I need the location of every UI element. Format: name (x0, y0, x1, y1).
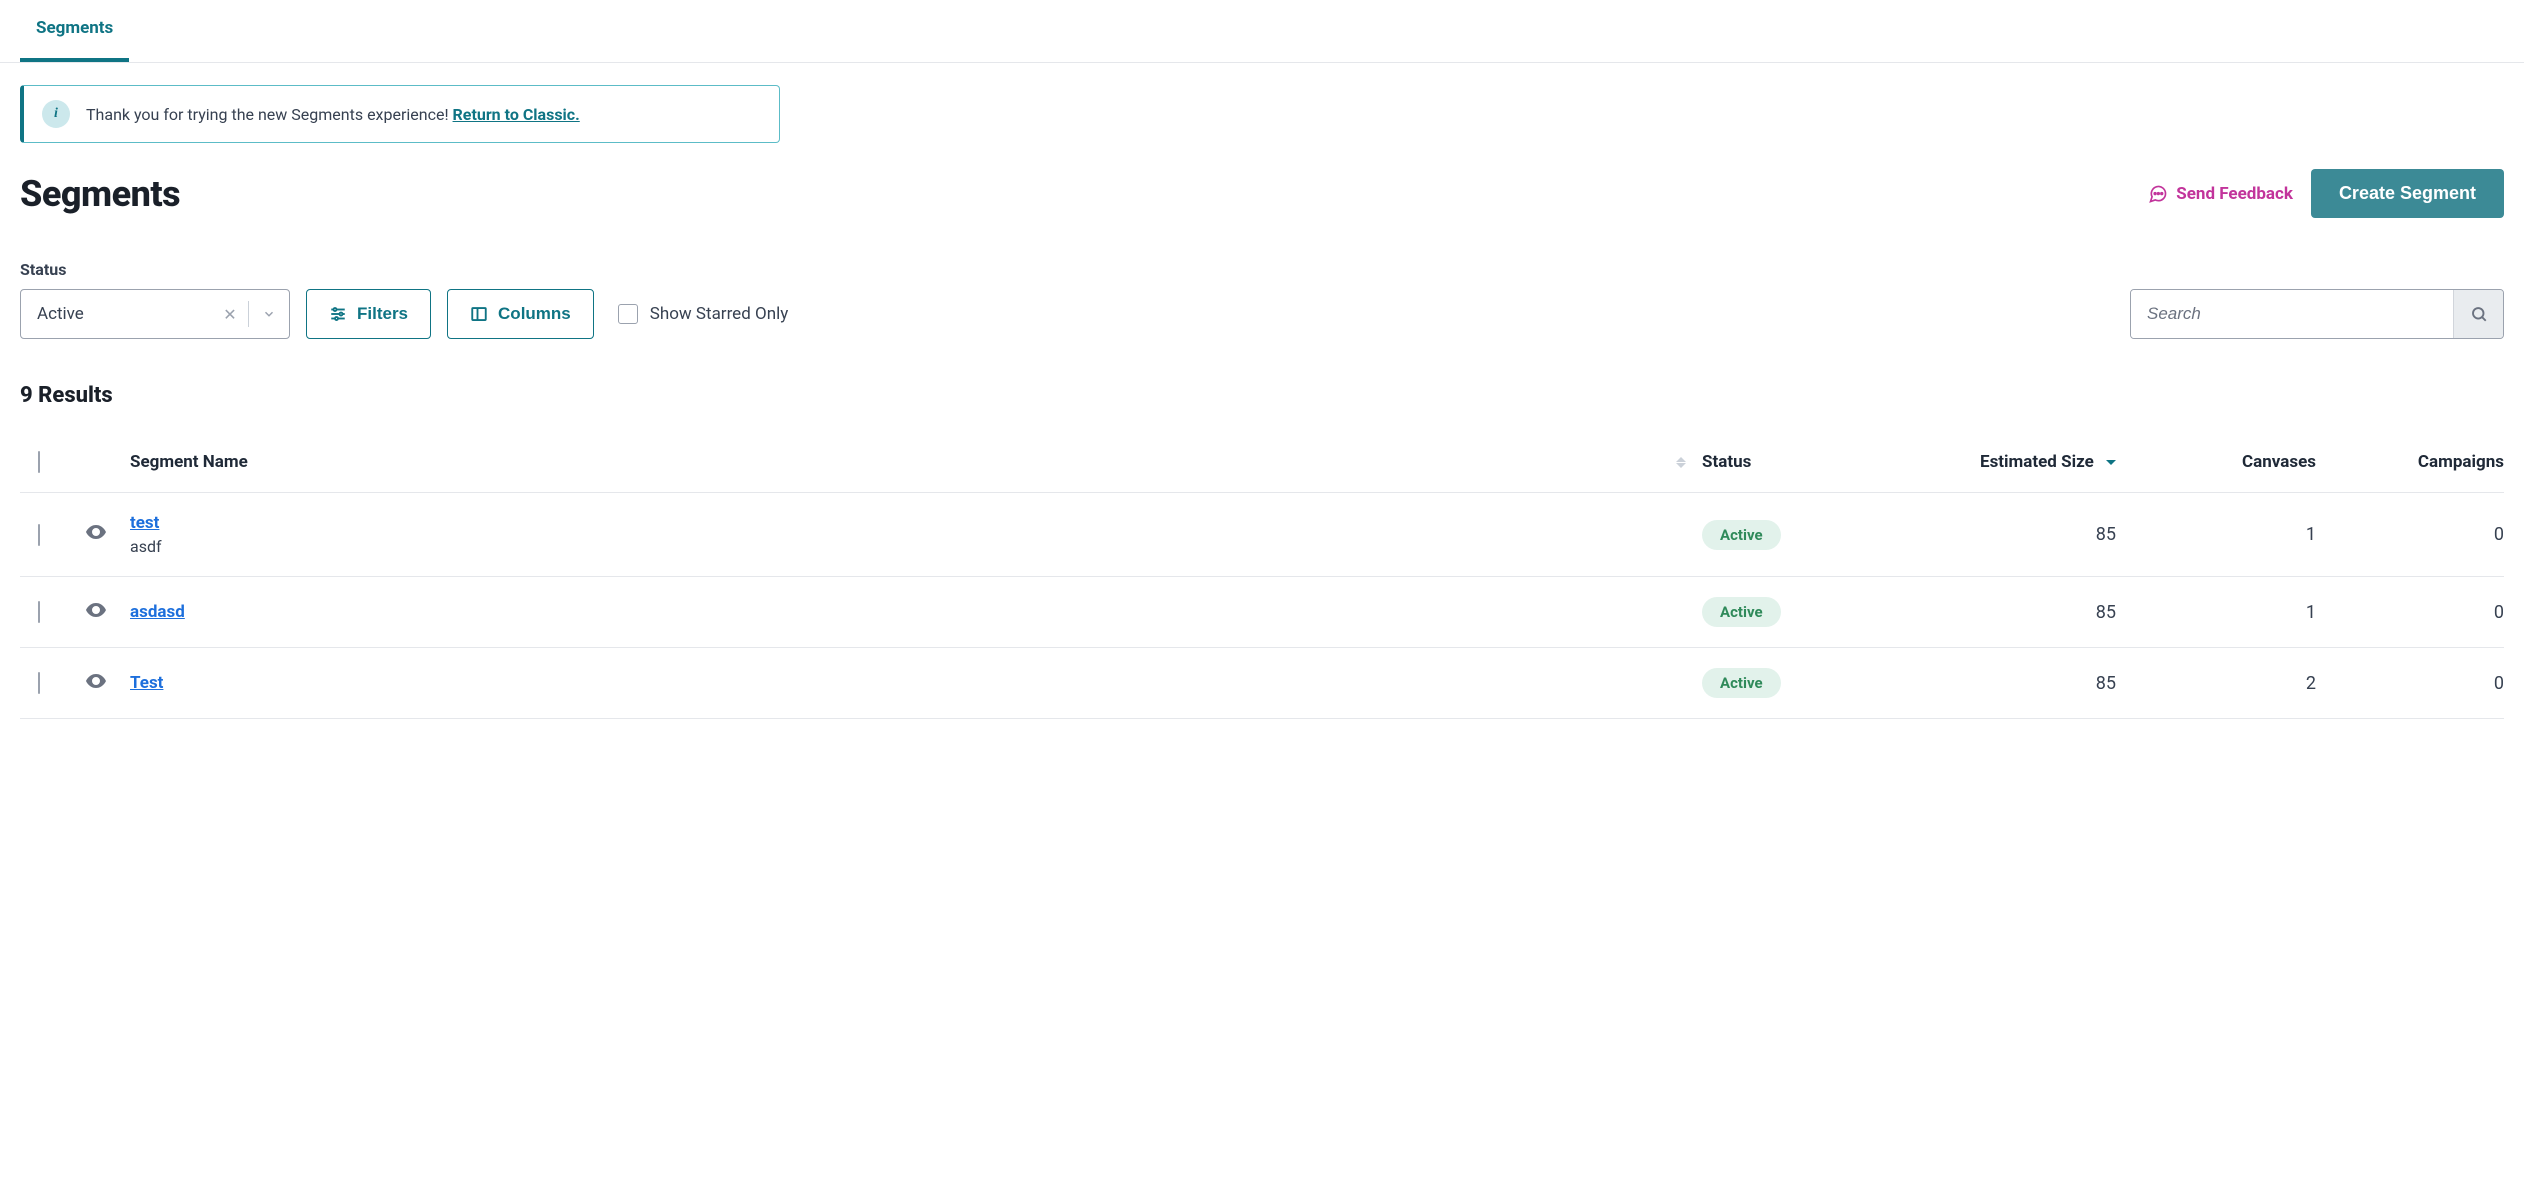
banner-message: Thank you for trying the new Segments ex… (86, 105, 453, 124)
row-checkbox[interactable] (38, 524, 40, 546)
columns-button[interactable]: Columns (447, 289, 594, 339)
status-value: Active (21, 304, 212, 324)
campaigns-cell: 0 (2324, 577, 2504, 648)
page-title: Segments (20, 173, 180, 215)
feedback-label: Send Feedback (2176, 184, 2293, 204)
chevron-down-icon[interactable] (249, 307, 289, 321)
estimated-size-cell: 85 (1904, 577, 2124, 648)
segment-name-link[interactable]: asdasd (130, 602, 185, 622)
status-badge: Active (1702, 520, 1781, 550)
header-name-label: Segment Name (130, 452, 248, 472)
table-row: asdasd Active 85 1 0 (20, 577, 2504, 648)
search-icon (2470, 305, 2488, 323)
info-icon: i (42, 100, 70, 128)
col-header-name[interactable]: Segment Name (122, 432, 1662, 493)
search-box (2130, 289, 2504, 339)
chat-icon (2148, 184, 2168, 204)
sort-size-icon[interactable] (2106, 460, 2116, 465)
campaigns-cell: 0 (2324, 493, 2504, 577)
results-count: 9 Results (20, 383, 2504, 408)
canvases-cell: 1 (2124, 577, 2324, 648)
preview-icon[interactable] (84, 669, 108, 693)
col-header-canvases[interactable]: Canvases (2124, 432, 2324, 493)
select-all-checkbox[interactable] (38, 451, 40, 473)
send-feedback-link[interactable]: Send Feedback (2148, 184, 2293, 204)
return-to-classic-link[interactable]: Return to Classic. (453, 105, 580, 124)
status-select[interactable]: Active ✕ (20, 289, 290, 339)
table-row: test asdf Active 85 1 0 (20, 493, 2504, 577)
canvases-cell: 1 (2124, 493, 2324, 577)
starred-only-checkbox[interactable] (618, 304, 638, 324)
segment-description: asdf (130, 537, 1686, 556)
columns-icon (470, 305, 488, 323)
col-header-campaigns[interactable]: Campaigns (2324, 432, 2504, 493)
tab-segments[interactable]: Segments (20, 0, 129, 62)
filters-label: Filters (357, 304, 408, 324)
banner-text: Thank you for trying the new Segments ex… (86, 105, 580, 124)
create-segment-button[interactable]: Create Segment (2311, 169, 2504, 218)
col-header-size[interactable]: Estimated Size (1904, 432, 2124, 493)
clear-icon[interactable]: ✕ (212, 305, 248, 324)
status-filter-label: Status (20, 260, 2504, 279)
estimated-size-cell: 85 (1904, 493, 2124, 577)
tabs-bar: Segments (0, 0, 2524, 63)
search-input[interactable] (2131, 290, 2453, 338)
segments-table: Segment Name Status Estimated Size Canva… (20, 432, 2504, 719)
sort-name-icon[interactable] (1676, 457, 1686, 468)
columns-label: Columns (498, 304, 571, 324)
segment-name-link[interactable]: test (130, 513, 159, 533)
starred-only-label: Show Starred Only (650, 304, 789, 324)
canvases-cell: 2 (2124, 648, 2324, 719)
status-badge: Active (1702, 597, 1781, 627)
segment-name-link[interactable]: Test (130, 673, 163, 693)
sliders-icon (329, 305, 347, 323)
preview-icon[interactable] (84, 598, 108, 622)
col-header-status[interactable]: Status (1694, 432, 1904, 493)
status-badge: Active (1702, 668, 1781, 698)
filters-button[interactable]: Filters (306, 289, 431, 339)
preview-icon[interactable] (84, 520, 108, 544)
search-button[interactable] (2453, 290, 2503, 338)
info-banner: i Thank you for trying the new Segments … (20, 85, 780, 143)
campaigns-cell: 0 (2324, 648, 2504, 719)
table-row: Test Active 85 2 0 (20, 648, 2504, 719)
row-checkbox[interactable] (38, 601, 40, 623)
estimated-size-cell: 85 (1904, 648, 2124, 719)
header-size-label: Estimated Size (1980, 452, 2094, 472)
row-checkbox[interactable] (38, 672, 40, 694)
